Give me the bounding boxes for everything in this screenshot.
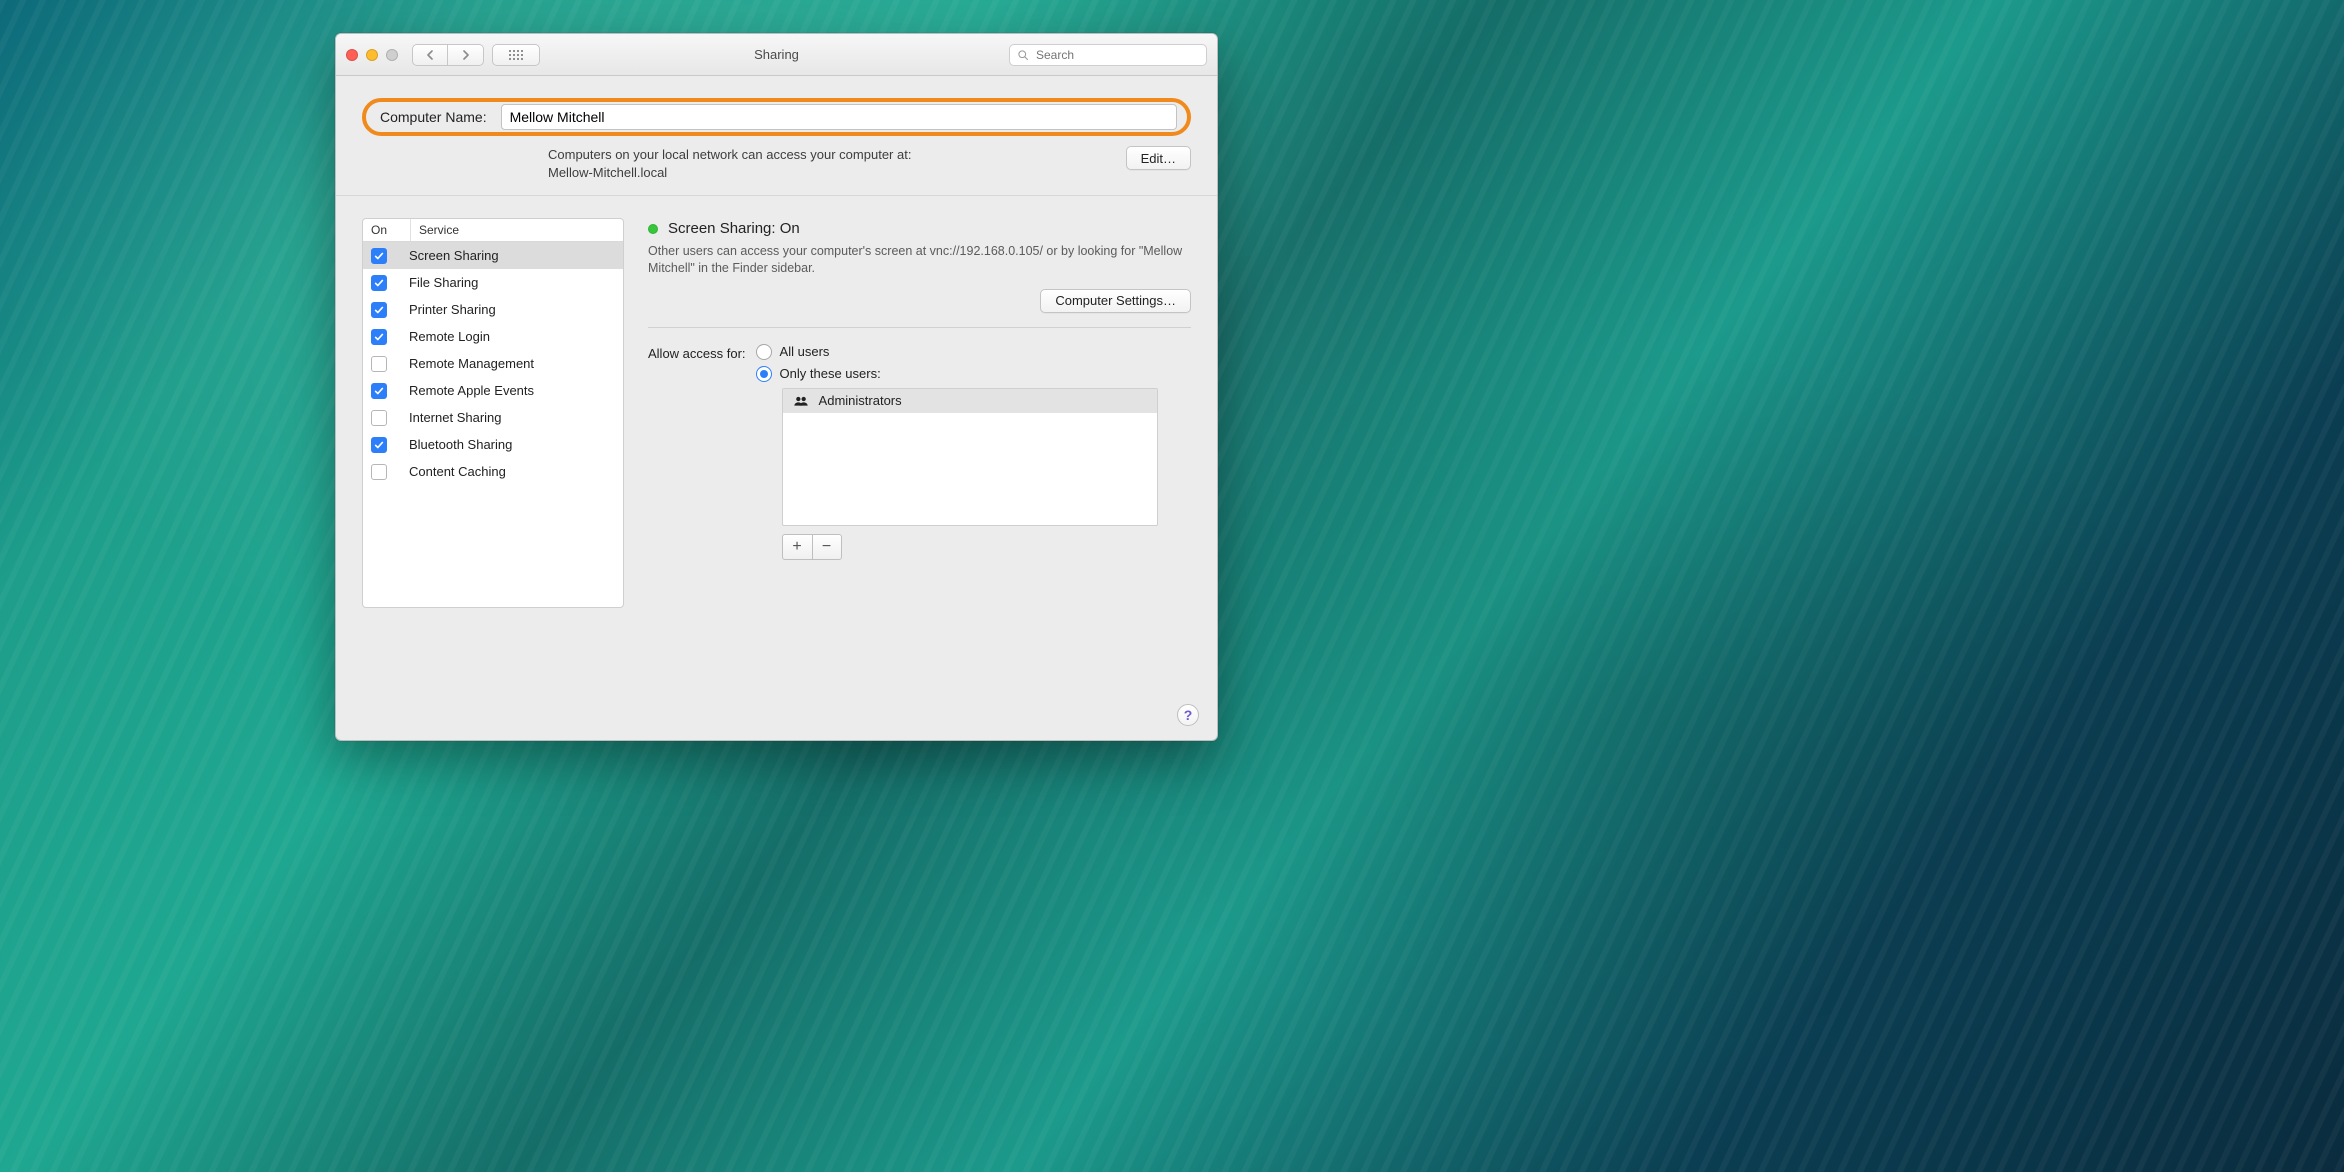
service-row[interactable]: Remote Management (363, 350, 623, 377)
radio-all-label: All users (780, 344, 830, 359)
header-section: Computer Name: Computers on your local n… (336, 76, 1217, 196)
service-checkbox[interactable] (371, 437, 387, 453)
user-row[interactable]: Administrators (783, 389, 1157, 413)
network-text-line1: Computers on your local network can acce… (548, 147, 911, 162)
computer-name-highlight: Computer Name: (362, 98, 1191, 136)
computer-name-input[interactable] (501, 104, 1177, 130)
service-row[interactable]: Screen Sharing (363, 242, 623, 269)
access-label: Allow access for: (648, 344, 746, 361)
service-checkbox[interactable] (371, 248, 387, 264)
remove-user-button[interactable]: − (812, 534, 842, 560)
allowed-users-list[interactable]: Administrators (782, 388, 1158, 526)
check-icon (374, 251, 384, 261)
chevron-left-icon (426, 50, 434, 60)
service-row[interactable]: Printer Sharing (363, 296, 623, 323)
service-label: Remote Login (409, 329, 490, 344)
services-list-header: On Service (363, 219, 623, 242)
back-button[interactable] (412, 44, 448, 66)
service-row[interactable]: Remote Login (363, 323, 623, 350)
divider (648, 327, 1191, 328)
service-status: Screen Sharing: On (648, 220, 1191, 237)
service-row[interactable]: Remote Apple Events (363, 377, 623, 404)
service-row[interactable]: Content Caching (363, 458, 623, 485)
check-icon (374, 440, 384, 450)
service-checkbox[interactable] (371, 383, 387, 399)
add-remove-buttons: + − (782, 534, 1158, 560)
forward-button[interactable] (448, 44, 484, 66)
service-checkbox[interactable] (371, 275, 387, 291)
column-header-service[interactable]: Service (411, 219, 623, 241)
services-rows: Screen Sharing File Sharing Printer Sharin… (363, 242, 623, 607)
radio-all-users[interactable]: All users (756, 344, 1158, 360)
computer-settings-button[interactable]: Computer Settings… (1040, 289, 1191, 313)
service-checkbox[interactable] (371, 302, 387, 318)
user-name: Administrators (819, 393, 902, 408)
service-label: Bluetooth Sharing (409, 437, 512, 452)
search-icon (1017, 49, 1029, 61)
service-checkbox[interactable] (371, 464, 387, 480)
users-icon (793, 395, 809, 407)
body: On Service Screen Sharing File Sharing Pri… (336, 196, 1217, 740)
detail-pane: Screen Sharing: On Other users can acces… (648, 218, 1191, 720)
service-label: Remote Management (409, 356, 534, 371)
radio-icon (756, 344, 772, 360)
service-label: Internet Sharing (409, 410, 502, 425)
check-icon (374, 332, 384, 342)
service-row[interactable]: Internet Sharing (363, 404, 623, 431)
titlebar: Sharing (336, 34, 1217, 76)
radio-only-label: Only these users: (780, 366, 881, 381)
nav-back-forward (412, 44, 484, 66)
service-label: Screen Sharing (409, 248, 499, 263)
service-status-title: Screen Sharing: On (668, 220, 800, 237)
close-window-button[interactable] (346, 49, 358, 61)
service-checkbox[interactable] (371, 410, 387, 426)
service-label: Printer Sharing (409, 302, 496, 317)
sharing-preferences-window: Sharing Computer Name: Computers on your… (335, 33, 1218, 741)
window-controls (346, 49, 398, 61)
status-dot-icon (648, 224, 658, 234)
minimize-window-button[interactable] (366, 49, 378, 61)
services-list: On Service Screen Sharing File Sharing Pri… (362, 218, 624, 608)
network-name-row: Computers on your local network can acce… (362, 146, 1191, 181)
search-field-wrap (1009, 44, 1207, 66)
column-header-on[interactable]: On (363, 219, 411, 241)
radio-icon (756, 366, 772, 382)
service-description: Other users can access your computer's s… (648, 243, 1191, 277)
service-row[interactable]: Bluetooth Sharing (363, 431, 623, 458)
edit-hostname-button[interactable]: Edit… (1126, 146, 1191, 170)
access-section: Allow access for: All users Only these u… (648, 344, 1191, 560)
service-row[interactable]: File Sharing (363, 269, 623, 296)
check-icon (374, 278, 384, 288)
service-checkbox[interactable] (371, 356, 387, 372)
service-checkbox[interactable] (371, 329, 387, 345)
access-radio-group: All users Only these users: (756, 344, 1158, 382)
service-label: Remote Apple Events (409, 383, 534, 398)
chevron-right-icon (462, 50, 470, 60)
zoom-window-button[interactable] (386, 49, 398, 61)
network-text-line2: Mellow-Mitchell.local (548, 165, 667, 180)
radio-only-these-users[interactable]: Only these users: (756, 366, 1158, 382)
grid-icon (509, 50, 523, 60)
network-name-text: Computers on your local network can acce… (548, 146, 1110, 181)
computer-name-label: Computer Name: (380, 109, 487, 125)
help-button[interactable]: ? (1177, 704, 1199, 726)
service-label: File Sharing (409, 275, 478, 290)
service-label: Content Caching (409, 464, 506, 479)
check-icon (374, 386, 384, 396)
show-all-button[interactable] (492, 44, 540, 66)
check-icon (374, 305, 384, 315)
search-input[interactable] (1009, 44, 1207, 66)
add-user-button[interactable]: + (782, 534, 812, 560)
user-area: Administrators + − (782, 388, 1158, 560)
